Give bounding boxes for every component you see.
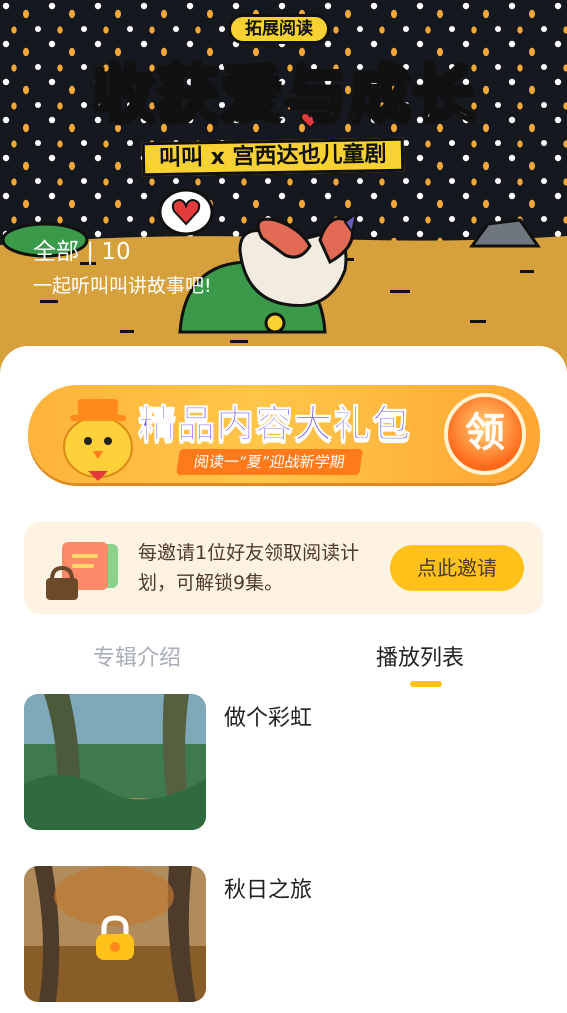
invite-card: 每邀请1位好友领取阅读计划，可解锁9集。 点此邀请 — [24, 522, 543, 614]
album-description: 一起听叫叫讲故事吧! — [33, 275, 212, 297]
gift-pack-banner[interactable]: 精品内容大礼包 阅读一“夏”迎战新学期 领 — [28, 385, 540, 483]
tab-album-intro[interactable]: 专辑介绍 — [93, 640, 181, 672]
invite-button[interactable]: 点此邀请 — [390, 545, 524, 591]
tab-playlist[interactable]: 播放列表 — [376, 640, 464, 672]
claim-button[interactable]: 领 — [444, 393, 526, 475]
album-hero-banner: 拓展阅读 收获爱与成长 叫叫 x 宫西达也儿童剧 全部 | 10 一起听叫叫讲故… — [0, 0, 567, 380]
episode-title: 做个彩虹 — [224, 706, 313, 731]
episode-title: 秋日之旅 — [224, 878, 313, 903]
lock-icon — [96, 915, 134, 960]
gift-pack-subtitle: 阅读一“夏”迎战新学期 — [176, 449, 363, 475]
episode-thumbnail — [24, 694, 206, 830]
heart-icon — [158, 188, 214, 236]
chick-mascot-icon — [63, 399, 133, 481]
hero-title: 收获爱与成长 — [90, 56, 476, 132]
hero-tag: 拓展阅读 — [228, 14, 330, 44]
active-tab-indicator — [410, 681, 442, 687]
book-lock-icon — [46, 542, 118, 600]
episode-item[interactable]: 秋日之旅 — [24, 866, 544, 1004]
gift-pack-title: 精品内容大礼包 — [137, 402, 412, 447]
album-tabs: 专辑介绍 播放列表 — [0, 640, 567, 690]
episode-item[interactable]: 做个彩虹 — [24, 694, 544, 832]
episode-count: 全部 | 10 — [33, 239, 131, 265]
invite-description: 每邀请1位好友领取阅读计划，可解锁9集。 — [138, 542, 360, 594]
hero-subtitle: 叫叫 x 宫西达也儿童剧 — [141, 137, 404, 177]
